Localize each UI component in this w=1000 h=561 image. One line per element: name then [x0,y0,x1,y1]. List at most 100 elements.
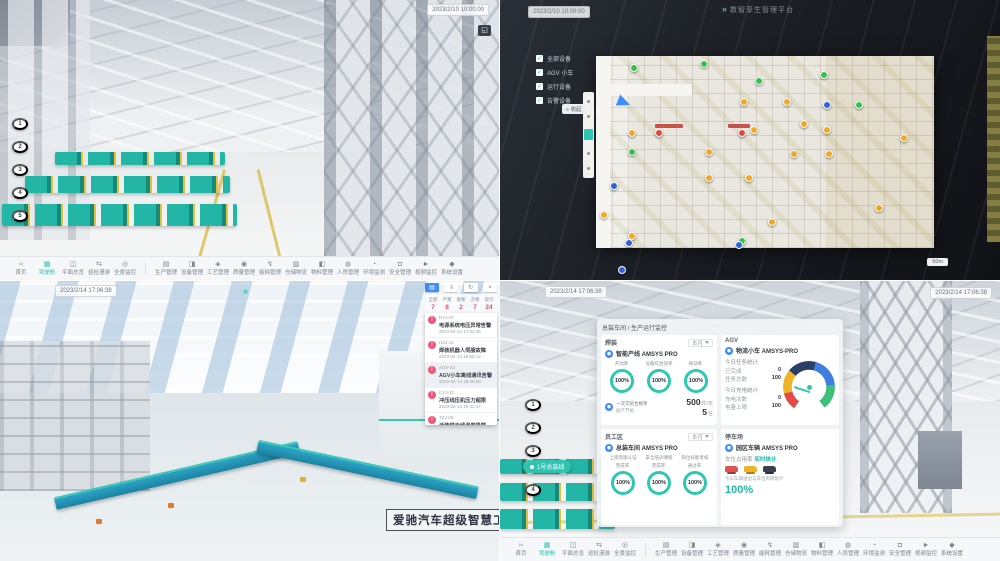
toolbar-item[interactable]: ◈ 工艺管理 [205,261,231,277]
device-status-marker[interactable] [610,182,618,190]
toolbar-item[interactable]: ◈ 工艺管理 [705,542,731,558]
toolbar-item[interactable]: ◫ 平面总览 [60,261,86,277]
alarm-panel-tab[interactable]: ▤ [425,283,439,292]
device-status-marker[interactable] [823,126,831,134]
toolbar-item[interactable]: ◆ 系统设置 [439,261,465,277]
poi-marker[interactable]: 3 [525,445,541,457]
toolbar-item[interactable]: ◘ 安全管理 [887,542,913,558]
kpi-donut: 安全培训课程 完成率 100% [644,455,674,495]
toolbar-item-icon: ↯ [267,261,273,269]
toolbar-item[interactable]: ▦ 驾驶舱 [534,542,560,558]
alarm-list-item[interactable]: ! DYJ-07 电源系统电压异常告警 2023-02-14 17:02:35 [425,313,497,338]
toolbar-item[interactable]: ◍ 人员管理 [335,261,361,277]
toolbar-item[interactable]: ⇆ 巡检漫游 [586,542,612,558]
alarm-panel-tab[interactable]: ↻ [464,283,478,292]
toolbar-item[interactable]: ◉ 质量管理 [731,542,757,558]
device-status-marker[interactable] [823,101,831,109]
stat-value: 0 [778,395,781,403]
alarm-time: 2023-02-14 16:45:09 [439,379,489,384]
kpi-label: 岗位技能考核 [681,455,708,460]
map-scale-control[interactable]: 50m [927,258,948,266]
toolbar-item[interactable]: ◔ 环境监测 [861,542,887,558]
poi-marker[interactable]: 5 [12,210,28,222]
legend-checkbox-item[interactable]: ✓ 全部设备 [536,54,573,63]
toolbar-item[interactable]: ◉ 质量管理 [231,261,257,277]
toolbar-item[interactable]: ◍ 人员管理 [835,542,861,558]
device-status-marker[interactable] [745,174,753,182]
poi-marker[interactable]: 2 [12,141,28,153]
device-status-marker[interactable] [655,129,663,137]
device-status-marker[interactable] [755,77,763,85]
alarm-title: AGV小车离线通讯告警 [439,371,491,379]
alarm-list-item[interactable]: ! AGV-03 AGV小车离线通讯告警 2023-02-14 16:45:09 [425,363,497,388]
toolbar-item[interactable]: ▥ 仓储物流 [283,261,309,277]
alarm-stat[interactable]: 全部 7 [426,296,440,311]
device-status-marker[interactable] [855,101,863,109]
toolbar-item[interactable]: ›‹ 首页 [8,261,34,277]
poi-marker[interactable]: 3 [12,164,28,176]
toolbar-item[interactable]: ›‹ 首页 [508,542,534,558]
device-status-marker[interactable] [825,150,833,158]
toolbar-item[interactable]: ▤ 生产管理 [653,542,679,558]
device-status-marker[interactable] [783,98,791,106]
toolbar-item[interactable]: ↯ 能耗管理 [757,542,783,558]
alarm-list-item[interactable]: ! CYJ-21 冲压线压机压力超限 2023-02-14 16:32:47 [425,388,497,413]
poi-marker[interactable]: 4 [525,484,541,496]
stat-row: 已完成 0 [725,367,781,375]
poi-marker[interactable]: 1 [12,118,28,130]
toolbar-item-label: 驾驶舱 [39,270,56,276]
device-status-marker[interactable] [768,218,776,226]
toolbar-item[interactable]: ◆ 系统设置 [939,542,965,558]
toolbar-item[interactable]: ◨ 设备管理 [679,542,705,558]
toolbar-item-label: 质量管理 [233,270,255,276]
device-status-marker[interactable] [735,241,743,249]
toolbar-item[interactable]: ↯ 能耗管理 [257,261,283,277]
alarm-list-item[interactable]: ! HZJ-12 焊装机器人伺服故障 2023-02-14 16:58:12 [425,338,497,363]
device-status-marker[interactable] [618,266,626,274]
filter-dropdown[interactable]: 本月 [688,339,713,347]
toolbar-item[interactable]: ◎ 全景监控 [612,542,638,558]
alarm-panel-tab[interactable]: × [483,283,497,292]
stat-row: 电量上限 100 [725,403,781,411]
legend-checkbox-item[interactable]: ✓ 运行设备 [536,82,573,91]
poi-marker[interactable]: 1 [525,399,541,411]
legend-checkbox-item[interactable]: ✓ AGV 小车 [536,68,573,77]
device-status-marker[interactable] [705,174,713,182]
donut-ring: 100% [647,369,671,393]
device-status-marker[interactable] [750,126,758,134]
legend-collapse-button[interactable]: « 收起 [562,104,586,114]
toolbar-item[interactable]: ◫ 平面总览 [560,542,586,558]
parking-occupancy-value: 100% [725,484,835,496]
toolbar-item[interactable]: ◨ 设备管理 [179,261,205,277]
alarm-panel-tab[interactable]: ≡ [444,283,458,292]
device-status-marker[interactable] [628,148,636,156]
device-status-marker[interactable] [628,129,636,137]
scene-crate [300,477,306,482]
toolbar-item[interactable]: ⇆ 巡检漫游 [86,261,112,277]
device-status-marker[interactable] [790,150,798,158]
poi-marker[interactable]: 2 [525,422,541,434]
fullscreen-icon[interactable]: ◱ [478,25,491,36]
device-status-marker[interactable] [738,129,746,137]
toolbar-item[interactable]: ► 视频监控 [413,261,439,277]
toolbar-item[interactable]: ◎ 全景监控 [112,261,138,277]
alarm-stat[interactable]: 严重 8 [440,296,454,311]
device-status-marker[interactable] [740,98,748,106]
toolbar-item[interactable]: ► 视频监控 [913,542,939,558]
toolbar-item[interactable]: ◘ 安全管理 [387,261,413,277]
alarm-stat[interactable]: 提示 24 [482,296,496,311]
toolbar-item[interactable]: ◧ 物料管理 [809,542,835,558]
toolbar-item[interactable]: ▥ 仓储物流 [783,542,809,558]
poi-marker[interactable]: 4 [12,187,28,199]
alarm-stat[interactable]: 重要 2 [454,296,468,311]
alarm-list-item[interactable]: ! TZJ-05 涂装烘干线温度异常 2023-02-14 16:20:18 [425,413,497,425]
toolbar-item[interactable]: ▦ 驾驶舱 [34,261,60,277]
view-3d-overview: 2023/2/10 10:00:00 ◱ 1 2 3 4 5 ›‹ 首页 [0,0,499,280]
assembly-line-tag[interactable]: 1号总装线 [523,460,571,473]
toolbar-item-label: 全景监控 [114,270,136,276]
toolbar-item[interactable]: ◔ 环境监测 [361,261,387,277]
toolbar-item[interactable]: ◧ 物料管理 [309,261,335,277]
filter-dropdown[interactable]: 本月 [688,433,713,441]
toolbar-item[interactable]: ▤ 生产管理 [153,261,179,277]
alarm-stat[interactable]: 次要 7 [468,296,482,311]
